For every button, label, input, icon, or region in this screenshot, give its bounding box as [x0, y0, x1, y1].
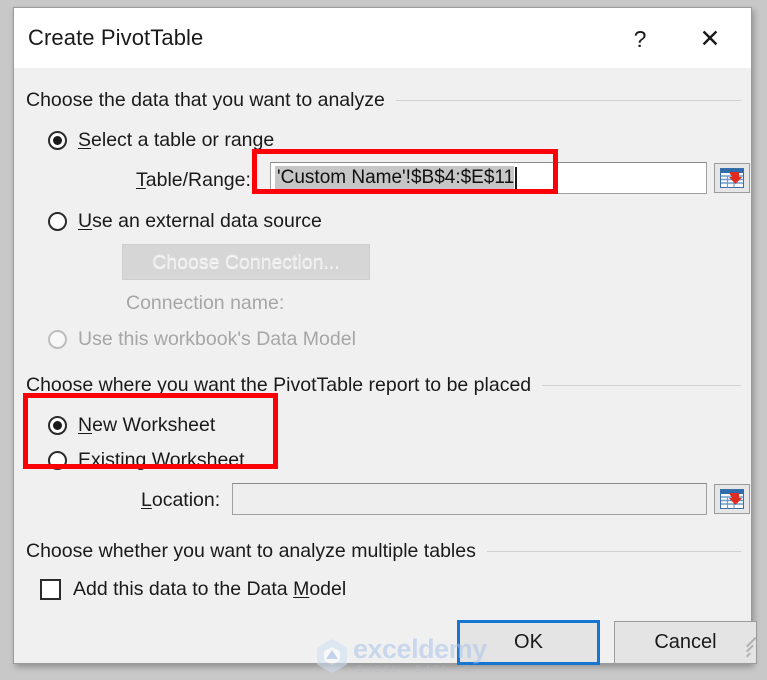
radio-use-external-data-source[interactable]: Use an external data source: [48, 210, 322, 233]
radio-indicator: [48, 416, 67, 435]
close-icon[interactable]: ✕: [691, 22, 729, 56]
checkbox-add-to-data-model-label: Add this data to the Data Model: [73, 578, 347, 600]
table-range-value: 'Custom Name'!$B$4:$E$11: [275, 165, 515, 191]
text-caret: [515, 167, 518, 189]
location-input[interactable]: [232, 483, 707, 515]
section-header-analyze: Choose the data that you want to analyze: [26, 89, 741, 112]
range-selector-icon-location[interactable]: [714, 484, 750, 514]
dialog-body: Choose the data that you want to analyze…: [14, 68, 757, 665]
watermark-tagline: EXCEL · DATA · BI: [357, 664, 478, 675]
dialog-titlebar: Create PivotTable ? ✕: [14, 8, 751, 68]
location-label: Location:: [141, 489, 221, 511]
resize-grip[interactable]: [732, 636, 757, 660]
divider: [542, 385, 741, 386]
radio-select-table-or-range[interactable]: Select a table or range: [48, 129, 274, 152]
radio-select-table-or-range-label: Select a table or range: [78, 129, 275, 151]
section-header-analyze-label: Choose the data that you want to analyze: [26, 89, 385, 111]
range-selector-icon-table-range[interactable]: [714, 163, 750, 193]
radio-indicator: [48, 212, 67, 231]
table-range-label: Table/Range:: [136, 169, 251, 191]
ok-button[interactable]: OK: [457, 620, 600, 665]
radio-existing-worksheet[interactable]: Existing Worksheet: [48, 449, 245, 472]
radio-use-workbook-data-model-label: Use this workbook's Data Model: [78, 328, 356, 350]
section-header-multiple-tables: Choose whether you want to analyze multi…: [26, 540, 741, 563]
radio-new-worksheet-label: New Worksheet: [78, 414, 216, 436]
divider: [486, 551, 741, 552]
checkbox-indicator: [40, 579, 61, 600]
section-header-placement: Choose where you want the PivotTable rep…: [26, 374, 741, 397]
table-range-input[interactable]: 'Custom Name'!$B$4:$E$11: [270, 162, 707, 194]
page-title: Create PivotTable: [28, 25, 204, 50]
connection-name-label: Connection name:: [126, 292, 285, 314]
radio-existing-worksheet-label: Existing Worksheet: [78, 449, 245, 471]
divider: [395, 100, 741, 101]
radio-new-worksheet[interactable]: New Worksheet: [48, 414, 215, 437]
radio-use-workbook-data-model: Use this workbook's Data Model: [48, 328, 356, 351]
radio-use-external-data-source-label: Use an external data source: [78, 210, 322, 232]
section-header-multiple-tables-label: Choose whether you want to analyze multi…: [26, 540, 476, 562]
help-icon[interactable]: ?: [621, 22, 659, 56]
choose-connection-button: Choose Connection...: [122, 244, 370, 280]
create-pivottable-dialog: Create PivotTable ? ✕ Choose the data th…: [13, 7, 757, 675]
radio-indicator: [48, 330, 67, 349]
section-header-placement-label: Choose where you want the PivotTable rep…: [26, 374, 532, 396]
checkbox-add-to-data-model[interactable]: Add this data to the Data Model: [40, 578, 346, 601]
radio-indicator: [48, 131, 67, 150]
radio-indicator: [48, 451, 67, 470]
